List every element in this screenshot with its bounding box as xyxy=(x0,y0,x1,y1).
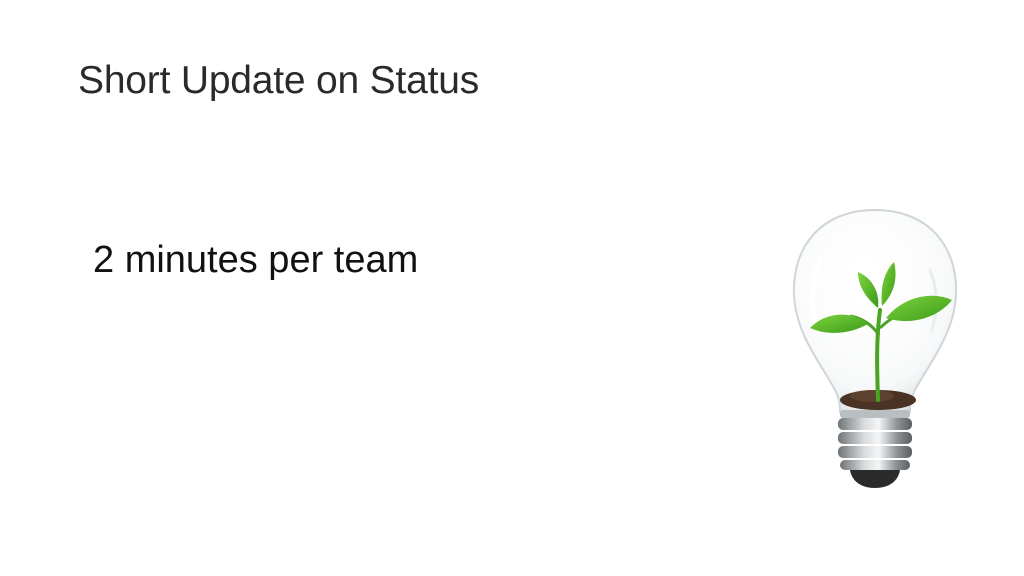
slide-title: Short Update on Status xyxy=(78,59,480,102)
bulb-neck xyxy=(840,410,910,418)
bulb-tip xyxy=(850,470,900,488)
bulb-screw-base xyxy=(838,418,912,470)
slide: Short Update on Status 2 minutes per tea… xyxy=(0,0,1024,576)
lightbulb-with-sprout-icon xyxy=(792,208,958,488)
slide-body-text: 2 minutes per team xyxy=(93,239,419,281)
